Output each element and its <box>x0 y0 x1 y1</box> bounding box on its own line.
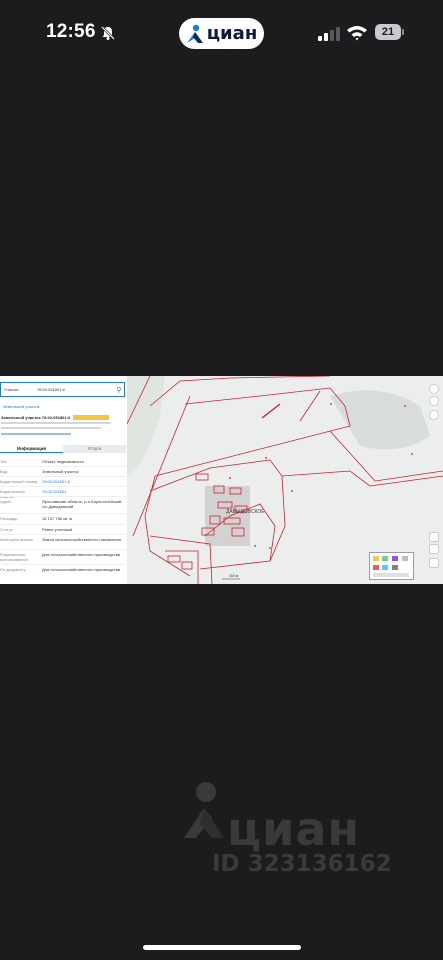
home-indicator[interactable] <box>143 945 301 950</box>
watermark-id: ID 323136162 <box>212 851 392 877</box>
signal-icon <box>318 27 340 41</box>
status-badge <box>73 415 109 420</box>
ruler-button[interactable] <box>429 410 439 420</box>
fullscreen-button[interactable] <box>429 558 439 568</box>
map-toolbar <box>427 382 441 582</box>
bell-muted-icon <box>101 26 115 40</box>
app-pill-label: циан <box>206 23 258 44</box>
action-link[interactable] <box>1 433 71 435</box>
settings-button[interactable] <box>429 396 439 406</box>
search-icon[interactable]: ⚲ <box>114 386 124 394</box>
zoom-out-button[interactable] <box>429 544 439 554</box>
parcel-title: Земельный участок 76:02:051801:6 <box>1 415 71 420</box>
status-time: 12:56 <box>46 21 96 42</box>
wifi-icon <box>347 26 367 41</box>
panel-tabs: Информация Услуги <box>0 445 126 453</box>
app-pill[interactable]: циан <box>179 18 264 49</box>
embedded-screenshot: Участки 76:02:051801:6 ⚲ Земельный участ… <box>0 376 443 584</box>
zoom-in-button[interactable] <box>429 532 439 542</box>
scale-label: 300 м <box>229 574 239 578</box>
village-label: ДАВЫДОВСКОЕ <box>226 509 265 515</box>
battery-icon: 21 <box>375 24 405 41</box>
battery-level: 21 <box>375 24 401 40</box>
cian-logo-icon <box>186 24 203 43</box>
search-input[interactable]: 76:02:051801:6 <box>37 387 114 392</box>
cian-watermark: циан ID 323136162 <box>182 780 412 880</box>
cadastre-search-bar[interactable]: Участки 76:02:051801:6 ⚲ <box>0 382 125 397</box>
search-type[interactable]: Участки <box>1 387 37 392</box>
tab-info[interactable]: Информация <box>0 445 63 453</box>
map-tools-box[interactable] <box>369 552 414 580</box>
cian-watermark-logo-icon <box>184 782 224 838</box>
status-bar: 12:56 циан 21 <box>0 0 443 66</box>
watermark-word: циан <box>227 802 361 856</box>
tab-services[interactable]: Услуги <box>63 445 126 453</box>
layers-button[interactable] <box>429 384 439 394</box>
info-panel: Участки 76:02:051801:6 ⚲ Земельный участ… <box>0 376 128 584</box>
breadcrumb[interactable]: Земельный участок <box>3 404 39 409</box>
